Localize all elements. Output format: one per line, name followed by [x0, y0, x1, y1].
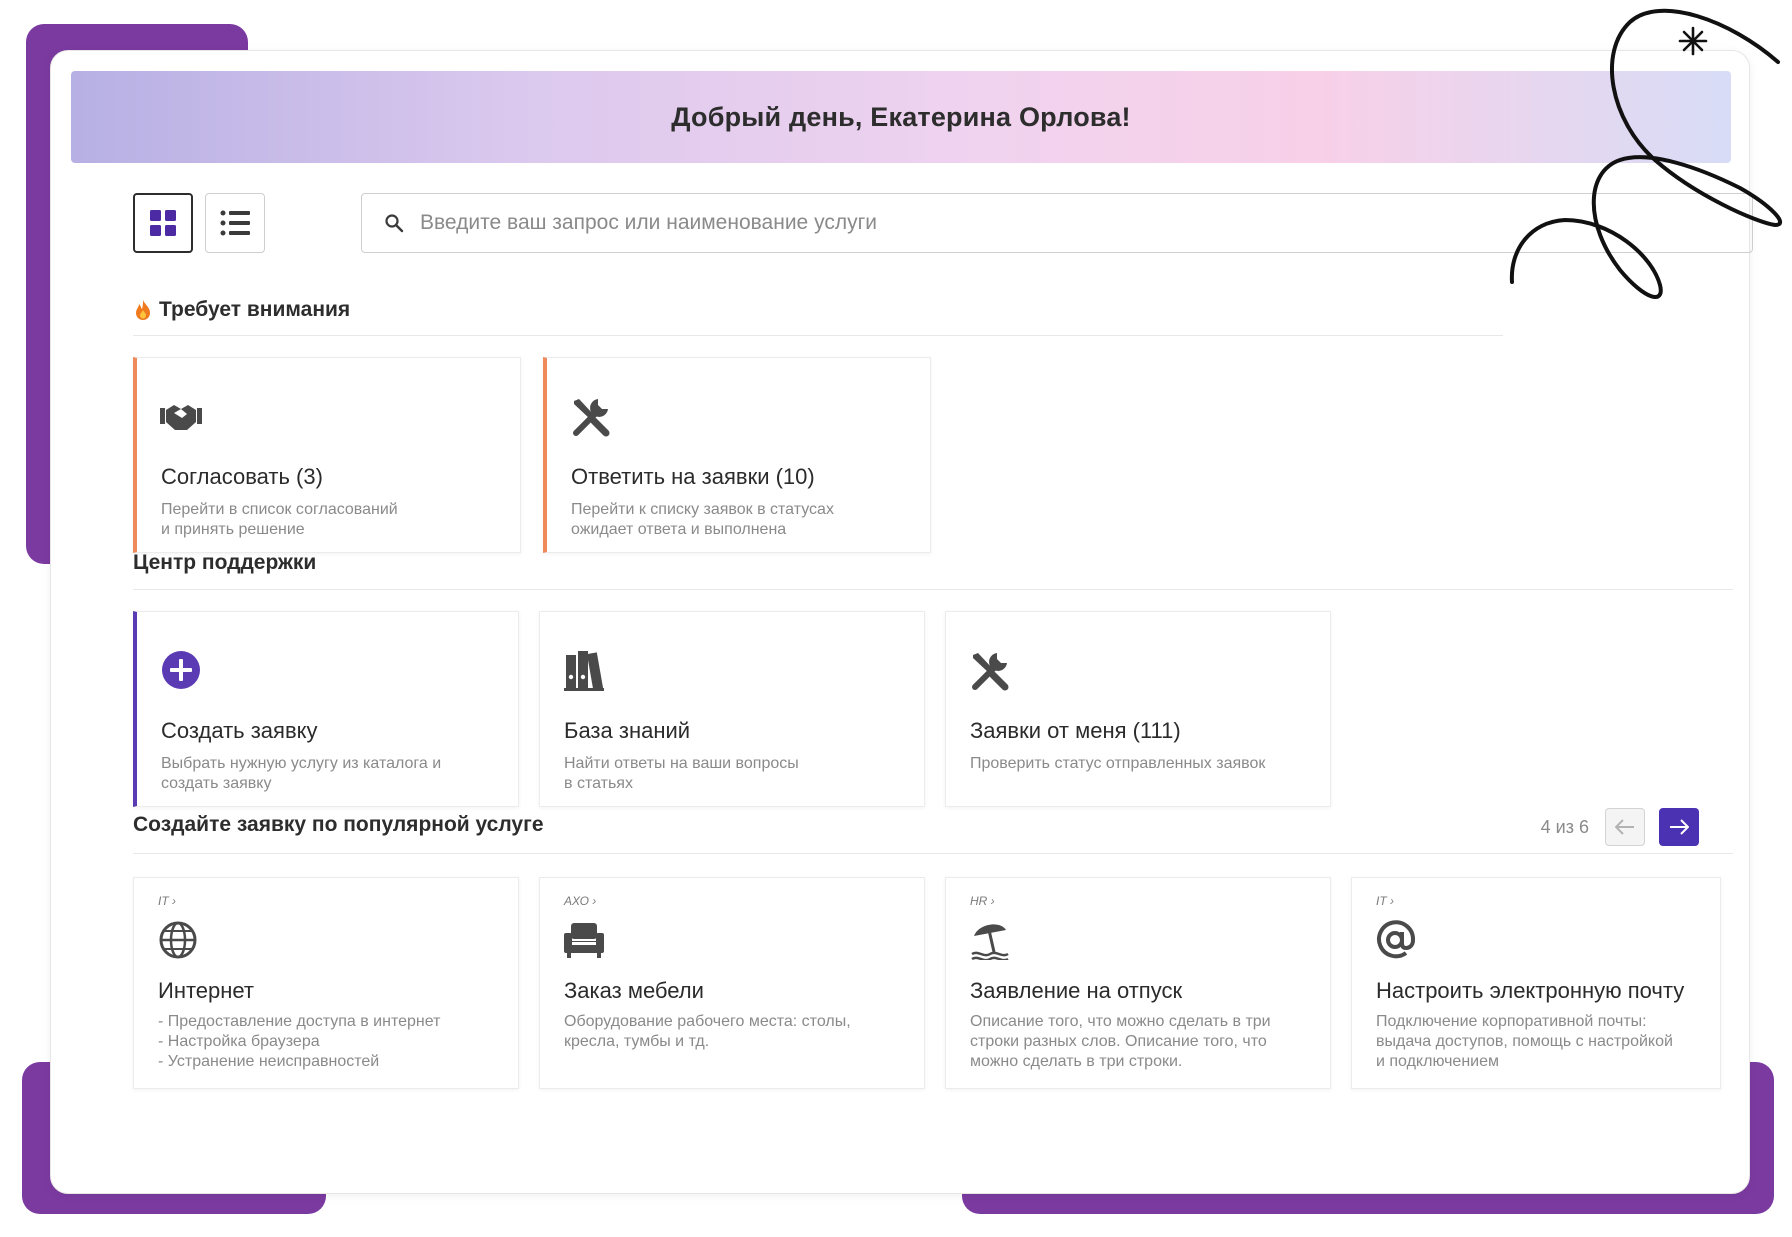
fire-icon	[136, 300, 150, 320]
arrow-right-icon	[1670, 819, 1689, 835]
my-requests-card[interactable]: Заявки от меня (111) Проверить статус от…	[945, 611, 1331, 807]
card-title: Создать заявку	[161, 718, 318, 743]
attention-section-title: Требует внимания	[133, 298, 350, 322]
pager-count: 4 из 6	[1540, 816, 1589, 837]
beach-umbrella-icon	[968, 918, 1012, 962]
service-card-internet[interactable]: IT › Интернет - Предоставление доступа в…	[133, 877, 519, 1089]
arrow-left-icon	[1615, 819, 1634, 835]
handshake-icon	[159, 394, 203, 438]
service-card-vacation[interactable]: HR › Заявление на отпуск Описание того, …	[945, 877, 1331, 1089]
attention-title-text: Требует внимания	[159, 298, 351, 321]
search-input[interactable]	[420, 211, 1720, 235]
create-request-card[interactable]: Создать заявку Выбрать нужную услугу из …	[133, 611, 519, 807]
tools-icon	[968, 648, 1012, 692]
card-description: Описание того, что можно сделать в три с…	[970, 1013, 1271, 1070]
app-window: Добрый день, Екатерина Орлова! Введите в…	[50, 50, 1753, 1194]
grid-view-button[interactable]	[133, 193, 193, 253]
service-card-furniture[interactable]: АХО › Заказ мебели Оборудование рабочего…	[539, 877, 925, 1089]
category-breadcrumb[interactable]: АХО ›	[564, 894, 596, 908]
knowledge-base-card[interactable]: База знаний Найти ответы на ваши вопросы…	[539, 611, 925, 807]
tools-icon	[569, 394, 613, 438]
category-breadcrumb[interactable]: IT ›	[158, 894, 176, 908]
books-icon	[562, 648, 606, 692]
divider	[133, 335, 1503, 336]
card-description: - Предоставление доступа в интернет - На…	[158, 1013, 441, 1070]
greeting-text: Добрый день, Екатерина Орлова!	[671, 101, 1131, 132]
popular-title-text: Создайте заявку по популярной услуге	[133, 813, 544, 836]
card-description: Выбрать нужную услугу из каталога и созд…	[161, 755, 442, 792]
list-view-button[interactable]	[205, 193, 265, 253]
grid-icon	[150, 210, 176, 236]
approve-card[interactable]: Согласовать (3) Перейти в список согласо…	[133, 357, 521, 553]
divider	[133, 853, 1733, 854]
plus-circle-icon	[159, 648, 203, 692]
category-breadcrumb[interactable]: HR ›	[970, 894, 995, 908]
card-title: Интернет	[158, 978, 254, 1003]
list-icon	[220, 210, 250, 236]
card-title: Согласовать (3)	[161, 464, 323, 489]
card-description: Перейти к списку заявок в статусах ожида…	[571, 501, 834, 538]
card-description: Подключение корпоративной почты: выдача …	[1376, 1013, 1673, 1070]
support-title-text: Центр поддержки	[133, 551, 317, 574]
card-description: Найти ответы на ваши вопросы в статьях	[564, 755, 799, 792]
category-breadcrumb[interactable]: IT ›	[1376, 894, 1394, 908]
card-description: Проверить статус отправленных заявок	[970, 755, 1266, 772]
card-title: Заказ мебели	[564, 978, 704, 1003]
popular-section-title: Создайте заявку по популярной услуге	[133, 813, 544, 837]
card-description: Перейти в список согласований и принять …	[161, 501, 398, 538]
toolbar	[133, 193, 1753, 253]
support-section-title: Центр поддержки	[133, 551, 316, 575]
card-title: Настроить электронную почту	[1376, 978, 1685, 1003]
next-button[interactable]	[1659, 808, 1699, 846]
reply-requests-card[interactable]: Ответить на заявки (10) Перейти к списку…	[543, 357, 931, 553]
card-title: Заявки от меня (111)	[970, 718, 1181, 743]
previous-button[interactable]	[1605, 808, 1645, 846]
service-card-email[interactable]: IT › Настроить электронную почту Подключ…	[1351, 877, 1721, 1089]
divider	[133, 589, 1733, 590]
search-field[interactable]	[361, 193, 1753, 253]
greeting-banner: Добрый день, Екатерина Орлова!	[71, 71, 1731, 163]
card-title: База знаний	[564, 718, 691, 743]
carousel-pager: 4 из 6	[1541, 808, 1699, 846]
at-sign-icon	[1374, 918, 1418, 962]
search-icon	[385, 214, 404, 233]
card-title: Заявление на отпуск	[970, 978, 1183, 1003]
globe-icon	[156, 918, 200, 962]
card-description: Оборудование рабочего места: столы, крес…	[564, 1013, 851, 1050]
card-title: Ответить на заявки (10)	[571, 464, 815, 489]
armchair-icon	[562, 918, 606, 962]
